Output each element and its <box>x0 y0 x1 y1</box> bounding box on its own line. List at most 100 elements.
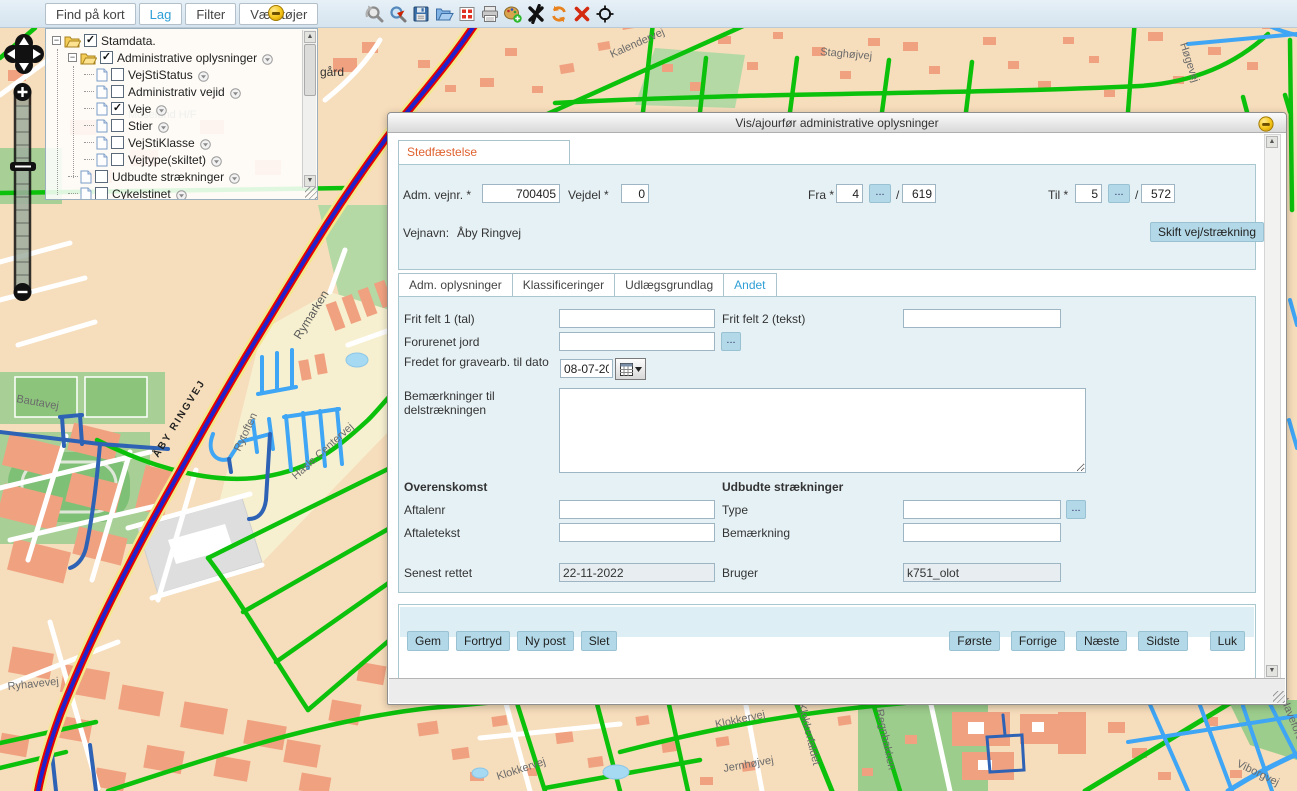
type-field[interactable] <box>903 500 1061 519</box>
ny-post-button[interactable]: Ny post <box>517 631 574 651</box>
layer-label[interactable]: Vejtype(skiltet) <box>128 153 206 167</box>
tree-item-stamdata[interactable]: −✓Stamdata. <box>52 32 156 49</box>
theme-add-icon[interactable] <box>503 4 523 24</box>
layer-options-icon[interactable] <box>198 69 209 80</box>
tree-item-vejtype-skiltet[interactable]: Vejtype(skiltet) <box>84 151 222 168</box>
layer-checkbox[interactable] <box>111 85 124 98</box>
fra-lookup-button[interactable]: ... <box>869 184 891 203</box>
layer-checkbox[interactable] <box>111 136 124 149</box>
layer-checkbox[interactable] <box>95 170 108 183</box>
tab-stedfaestelse[interactable]: Stedfæstelse <box>398 140 570 164</box>
layer-label[interactable]: VejStiKlasse <box>128 136 195 150</box>
layer-label[interactable]: Administrativ vejid <box>128 85 225 99</box>
layer-options-icon[interactable] <box>230 86 241 97</box>
layer-label[interactable]: Veje <box>128 102 151 116</box>
aftaletekst-field[interactable] <box>559 523 715 542</box>
til-field[interactable] <box>1075 184 1102 203</box>
frit2-field[interactable] <box>903 309 1061 328</box>
luk-button[interactable]: Luk <box>1210 631 1245 651</box>
layer-checkbox[interactable]: ✓ <box>84 34 97 47</box>
print-icon[interactable] <box>480 4 500 24</box>
dialog-resize-grip[interactable] <box>1273 691 1285 703</box>
dialog-scrollbar[interactable]: ▲ ▼ <box>1264 134 1281 679</box>
fra-end-field[interactable] <box>902 184 936 203</box>
map-nav-widget[interactable] <box>2 30 46 312</box>
næste-button[interactable]: Næste <box>1076 631 1127 651</box>
tree-item-udbudte-str-kninger[interactable]: Udbudte strækninger <box>68 168 240 185</box>
toolbar-minimize-icon[interactable] <box>268 5 284 21</box>
zoom-previous-icon[interactable] <box>365 4 385 24</box>
layer-options-icon[interactable] <box>211 154 222 165</box>
fra-field[interactable] <box>836 184 863 203</box>
zoom-slider-track[interactable] <box>15 92 30 288</box>
forurenet-field[interactable] <box>559 332 715 351</box>
center-map-icon[interactable] <box>595 4 615 24</box>
toolbar-button-filter[interactable]: Filter <box>185 3 236 25</box>
layer-options-icon[interactable] <box>158 120 169 131</box>
dialog-titlebar[interactable]: Vis/ajourfør administrative oplysninger <box>388 113 1286 133</box>
scroll-thumb[interactable] <box>304 44 316 96</box>
legend-icon[interactable] <box>457 4 477 24</box>
type-lookup-button[interactable]: ... <box>1066 500 1086 519</box>
layer-label[interactable]: Cykelstinet <box>112 187 171 201</box>
scroll-down-icon[interactable]: ▼ <box>1266 665 1278 677</box>
fredet-date-field[interactable] <box>560 359 613 378</box>
layer-checkbox[interactable]: ✓ <box>100 51 113 64</box>
layer-label[interactable]: Udbudte strækninger <box>112 170 224 184</box>
tree-item-veje[interactable]: ✓ Veje <box>84 100 167 117</box>
clear-selection-icon[interactable] <box>572 4 592 24</box>
bemaerkning-field[interactable] <box>903 523 1061 542</box>
toolbar-button-lag[interactable]: Lag <box>139 3 183 25</box>
layer-label[interactable]: Administrative oplysninger <box>117 51 257 65</box>
tree-item-stier[interactable]: Stier <box>84 117 169 134</box>
tree-item-vejstistatus[interactable]: VejStiStatus <box>84 66 209 83</box>
fortryd-button[interactable]: Fortryd <box>456 631 510 651</box>
gem-button[interactable]: Gem <box>407 631 449 651</box>
aftalenr-field[interactable] <box>559 500 715 519</box>
tab-adm-oplysninger[interactable]: Adm. oplysninger <box>398 273 513 296</box>
adm-vejnr-field[interactable] <box>482 184 560 203</box>
layer-tree-scrollbar[interactable]: ▲ ▼ <box>302 30 316 188</box>
tree-item-administrative-oplysninger[interactable]: − ✓ Administrative oplysninger <box>68 49 273 66</box>
bemaerkninger-textarea[interactable] <box>559 388 1086 473</box>
layer-checkbox[interactable] <box>111 119 124 132</box>
save-icon[interactable] <box>411 4 431 24</box>
layer-options-icon[interactable] <box>200 137 211 148</box>
første-button[interactable]: Første <box>949 631 1000 651</box>
forrige-button[interactable]: Forrige <box>1011 631 1065 651</box>
layer-checkbox[interactable] <box>111 153 124 166</box>
measure-off-icon[interactable] <box>526 4 546 24</box>
scroll-up-icon[interactable]: ▲ <box>304 31 316 43</box>
dialog-minimize-icon[interactable] <box>1258 116 1273 131</box>
layer-label[interactable]: VejStiStatus <box>128 68 193 82</box>
forurenet-lookup-button[interactable]: ... <box>721 332 741 351</box>
tree-resize-grip[interactable] <box>305 187 317 199</box>
refresh-icon[interactable] <box>549 4 569 24</box>
scroll-up-icon[interactable]: ▲ <box>1266 136 1278 148</box>
calendar-button[interactable] <box>615 358 646 380</box>
slet-button[interactable]: Slet <box>581 631 618 651</box>
tree-item-vejstiklasse[interactable]: VejStiKlasse <box>84 134 211 151</box>
layer-options-icon[interactable] <box>156 103 167 114</box>
layer-options-icon[interactable] <box>176 188 187 199</box>
open-icon[interactable] <box>434 4 454 24</box>
tree-item-administrativ-vejid[interactable]: Administrativ vejid <box>84 83 241 100</box>
tab-andet[interactable]: Andet <box>723 273 776 296</box>
tree-item-cykelstinet[interactable]: Cykelstinet <box>68 185 187 200</box>
tree-expander-icon[interactable]: − <box>68 53 77 62</box>
sidste-button[interactable]: Sidste <box>1138 631 1187 651</box>
vejdel-field[interactable] <box>621 184 649 203</box>
layer-options-icon[interactable] <box>229 171 240 182</box>
tree-expander-icon[interactable]: − <box>52 36 61 45</box>
til-end-field[interactable] <box>1141 184 1175 203</box>
layer-checkbox[interactable] <box>111 68 124 81</box>
til-lookup-button[interactable]: ... <box>1108 184 1130 203</box>
skift-vej-button[interactable]: Skift vej/strækning <box>1150 222 1264 242</box>
layer-checkbox[interactable]: ✓ <box>111 102 124 115</box>
layer-label[interactable]: Stier <box>128 119 153 133</box>
layer-options-icon[interactable] <box>262 52 273 63</box>
frit1-field[interactable] <box>559 309 715 328</box>
tab-klassificeringer[interactable]: Klassificeringer <box>512 273 615 296</box>
layer-checkbox[interactable] <box>95 187 108 200</box>
tab-udl-gsgrundlag[interactable]: Udlægsgrundlag <box>614 273 724 296</box>
